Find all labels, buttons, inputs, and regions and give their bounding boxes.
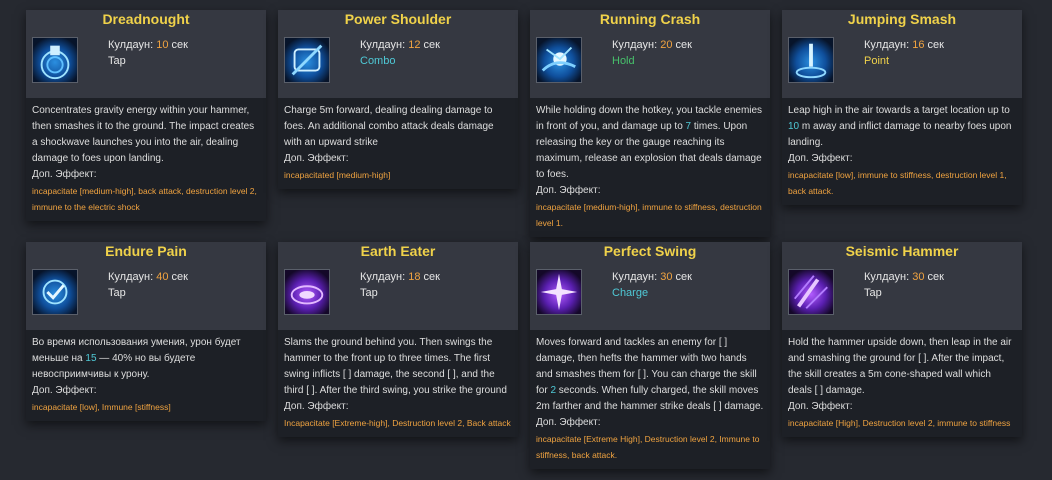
skill-title: Earth Eater [360,243,436,259]
jumping-smash-icon [788,37,834,83]
skill-type: Tap [864,287,882,299]
skill-title: Seismic Hammer [845,243,959,259]
cooldown: Кулдаун: 40 сек [108,271,188,283]
skill-title: Endure Pain [105,243,187,259]
skill-card-perfect-swing: Perfect Swing Кулдаун: 30 сек Charge Mov… [530,242,770,469]
extra-effect-label: Доп. Эффект: [788,401,853,412]
endure-pain-icon [32,269,78,315]
skill-effects: Incapacitate [Extreme-high], Destruction… [284,418,511,428]
skill-description: Charge 5m forward, dealing dealing damag… [278,98,518,189]
skill-type: Tap [360,287,378,299]
skill-card-dreadnought: Dreadnought Кулдаун: 10 сек Tap Concentr… [26,10,266,221]
skill-effects: incapacitate [low], Immune [stiffness] [32,402,171,412]
skill-card-running-crash: Running Crash Кулдаун: 20 сек Hold While… [530,10,770,237]
skill-title: Running Crash [599,11,701,27]
skill-effects: incapacitate [medium-high], immune to st… [536,202,762,228]
skill-effects: incapacitate [medium-high], back attack,… [32,186,257,212]
skill-type: Tap [108,287,126,299]
cooldown: Кулдаун: 30 сек [864,271,944,283]
extra-effect-label: Доп. Эффект: [536,417,601,428]
skill-effects: incapacitate [low], immune to stiffness,… [788,170,1007,196]
extra-effect-label: Доп. Эффект: [284,401,349,412]
skill-effects: incapacitate [Extreme High], Destruction… [536,434,760,460]
skill-card-power-shoulder: Power Shoulder Кулдаун: 12 сек Combo Cha… [278,10,518,189]
shoulder-charge-icon [284,37,330,83]
skill-description: Slams the ground behind you. Then swings… [278,330,518,437]
extra-effect-label: Доп. Эффект: [284,153,349,164]
cooldown: Кулдаун: 16 сек [864,39,944,51]
skill-description: Moves forward and tackles an enemy for [… [530,330,770,469]
skill-title: Perfect Swing [603,243,697,259]
extra-effect-label: Доп. Эффект: [32,169,97,180]
hammer-shockwave-icon [32,37,78,83]
skill-card-jumping-smash: Jumping Smash Кулдаун: 16 сек Point Leap… [782,10,1022,205]
skill-type: Point [864,55,890,67]
skill-description: Hold the hammer upside down, then leap i… [782,330,1022,437]
cooldown: Кулдаун: 18 сек [360,271,440,283]
skill-description: While holding down the hotkey, you tackl… [530,98,770,237]
extra-effect-label: Доп. Эффект: [788,153,853,164]
skill-type: Charge [612,287,649,299]
skill-type: Combo [360,55,396,67]
cooldown: Кулдаун: 12 сек [360,39,440,51]
cooldown: Кулдаун: 30 сек [612,271,692,283]
skill-description: Leap high in the air towards a target lo… [782,98,1022,205]
cooldown: Кулдаун: 10 сек [108,39,188,51]
skill-card-seismic-hammer: Seismic Hammer Кулдаун: 30 сек Tap Hold … [782,242,1022,437]
skill-title: Jumping Smash [847,11,957,27]
skill-description: Во время использования умения, урон буде… [26,330,266,421]
skill-title: Power Shoulder [344,11,452,27]
running-crash-icon [536,37,582,83]
skill-title: Dreadnought [102,11,190,27]
skill-effects: incapacitate [High], Destruction level 2… [788,418,1011,428]
skill-card-endure-pain: Endure Pain Кулдаун: 40 сек Tap Во время… [26,242,266,421]
skill-effects: incapacitated [medium-high] [284,170,391,180]
skill-description: Concentrates gravity energy within your … [26,98,266,221]
extra-effect-label: Доп. Эффект: [536,185,601,196]
cooldown: Кулдаун: 20 сек [612,39,692,51]
skill-type: Hold [612,55,635,67]
skill-card-earth-eater: Earth Eater Кулдаун: 18 сек Tap Slams th… [278,242,518,437]
seismic-hammer-icon [788,269,834,315]
perfect-swing-icon [536,269,582,315]
skill-type: Tap [108,55,126,67]
earth-eater-icon [284,269,330,315]
extra-effect-label: Доп. Эффект: [32,385,97,396]
